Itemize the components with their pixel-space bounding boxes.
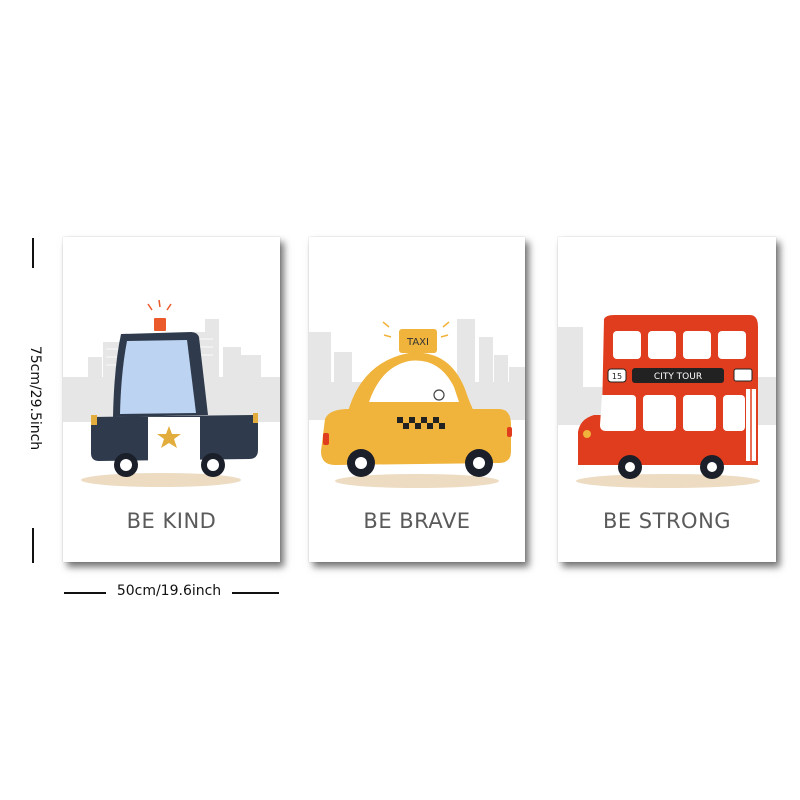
poster-be-brave: TAXI BE BRAVE	[309, 237, 525, 562]
route-name: CITY TOUR	[654, 372, 702, 382]
siren-light-icon	[154, 318, 166, 331]
route-number: 15	[612, 372, 622, 381]
width-dimension-line	[64, 592, 106, 594]
poster-caption: BE KIND	[126, 509, 217, 533]
ground-shadow	[576, 474, 760, 488]
wheel-icon	[465, 449, 493, 477]
poster-caption: BE STRONG	[602, 509, 732, 533]
taxi-sign-text: TAXI	[406, 337, 429, 348]
poster-caption: BE BRAVE	[363, 509, 471, 533]
wheel-icon	[700, 455, 724, 479]
car-window	[120, 340, 196, 414]
width-dimension-line	[232, 592, 279, 594]
poster-be-strong: 15 CITY TOUR BE STRONG	[558, 237, 776, 562]
height-dimension-label: 75cm/29.5inch	[27, 268, 43, 528]
lower-windows	[600, 395, 745, 431]
wheel-icon	[618, 455, 642, 479]
width-dimension-label: 50cm/19.6inch	[116, 583, 222, 599]
poster-be-kind: BE KIND	[63, 237, 280, 562]
wheel-icon	[114, 453, 138, 477]
wheel-icon	[347, 449, 375, 477]
wheel-icon	[201, 453, 225, 477]
headlight-icon	[583, 430, 591, 438]
